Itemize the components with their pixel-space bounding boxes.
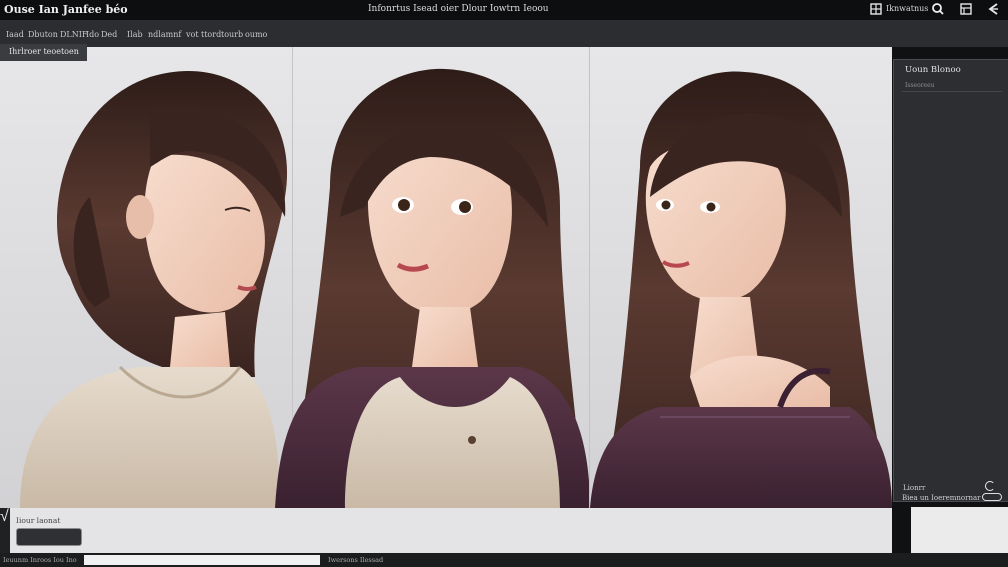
toolbar-label: Iknwatnus [886, 4, 929, 13]
tab-active[interactable]: Ihrlroer teoetoen [0, 44, 87, 61]
bottom-controls: Iiour laonat [0, 508, 892, 553]
menu-item-6[interactable]: Ilab [127, 30, 143, 39]
layout-grid-icon[interactable] [869, 2, 883, 16]
menu-item-5[interactable]: Ded [101, 30, 117, 39]
panel-divider [902, 91, 1002, 92]
menu-item-8[interactable]: vot [186, 30, 199, 39]
menu-item-11[interactable]: oumo [245, 30, 267, 39]
loading-spinner-icon [985, 481, 995, 491]
status-left-text: Ieuunm Inroos Iou Ino [3, 556, 77, 564]
panel-footer-text: Biea un Ioeremnornar [902, 494, 981, 502]
status-bar: Ieuunm Inroos Iou Ino Iwersons Ilessad [0, 553, 1008, 567]
menu-item-3[interactable]: DLNIF [60, 30, 87, 39]
search-icon[interactable] [931, 2, 945, 16]
tab-active-label: Ihrlroer teoetoen [9, 47, 79, 56]
menu-item-7[interactable]: ndlamnf [148, 30, 181, 39]
panel-title: Uoun Blonoo [905, 65, 961, 75]
app-title: Ouse Ian Janfee béo [4, 3, 128, 16]
gallery-artwork [20, 47, 892, 508]
menu-item-10[interactable]: tourb [221, 30, 243, 39]
share-icon[interactable] [986, 2, 1000, 16]
menu-bar: Iaad Dbuton DLNIF Ido Ded Ilab ndlamnf v… [0, 20, 1008, 47]
menu-item-1[interactable]: Iaad [6, 30, 24, 39]
left-gutter: √ [0, 508, 10, 553]
toggle-icon[interactable] [982, 493, 1002, 501]
portrait-1[interactable] [20, 70, 288, 508]
menu-item-2[interactable]: Dbuton [28, 30, 58, 39]
panel-toggle-icon[interactable] [959, 2, 973, 16]
check-icon[interactable]: √ [0, 508, 9, 525]
panel-subtitle: Isseoreeu [905, 82, 935, 89]
status-input[interactable] [84, 555, 320, 565]
status-right-text: Iwersons Ilessad [328, 556, 384, 564]
menu-item-4[interactable]: Ido [86, 30, 99, 39]
title-bar: Ouse Ian Janfee béo Infonrtus Isead oier… [0, 0, 1008, 20]
value-input[interactable] [16, 528, 82, 546]
image-gallery [0, 47, 892, 508]
panel-item-label: Lionrr [903, 484, 926, 492]
field-label: Iiour laonat [16, 516, 61, 525]
menu-item-9[interactable]: ttord [201, 30, 221, 39]
portrait-3[interactable] [590, 71, 892, 508]
right-panel: Uoun Blonoo Isseoreeu Lionrr [893, 59, 1008, 502]
portrait-2[interactable] [275, 68, 590, 508]
window-title: Infonrtus Isead oier Dlour Iowtrn Ieoout… [368, 4, 548, 14]
